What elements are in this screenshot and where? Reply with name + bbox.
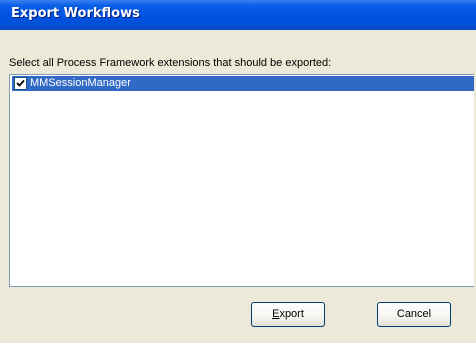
list-item[interactable]: MMSessionManager bbox=[12, 76, 474, 91]
export-label-rest: xport bbox=[279, 308, 304, 320]
window-title: Export Workflows bbox=[11, 6, 140, 21]
instruction-label: Select all Process Framework extensions … bbox=[9, 57, 332, 69]
export-workflows-dialog: Export Workflows Select all Process Fram… bbox=[0, 0, 476, 343]
checkbox[interactable] bbox=[14, 77, 27, 90]
extensions-listbox[interactable]: MMSessionManager bbox=[9, 74, 474, 287]
export-button[interactable]: Export bbox=[251, 302, 325, 327]
export-button-label: Export bbox=[272, 308, 304, 320]
list-item-label: MMSessionManager bbox=[30, 77, 131, 89]
cancel-button[interactable]: Cancel bbox=[377, 302, 451, 327]
title-bar[interactable]: Export Workflows bbox=[0, 0, 476, 30]
checkmark-icon bbox=[16, 79, 25, 87]
